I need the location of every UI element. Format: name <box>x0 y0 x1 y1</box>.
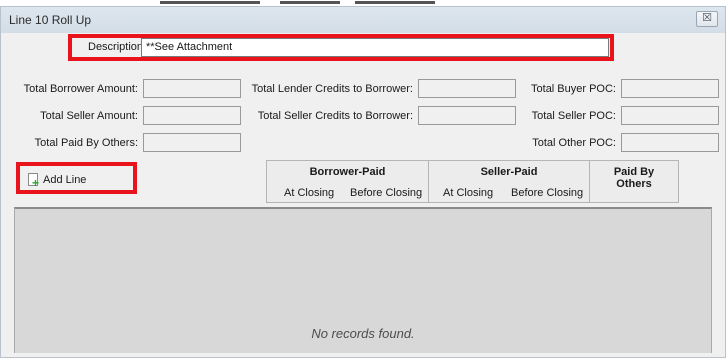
paid-by-others-title-line1: Paid By <box>613 166 655 178</box>
total-seller-amount-field[interactable] <box>143 106 241 125</box>
borrower-before-closing-header[interactable]: Before Closing <box>350 187 422 199</box>
close-icon: ☒ <box>702 12 712 24</box>
borrower-paid-header[interactable]: Borrower-Paid At Closing Before Closing <box>266 160 429 203</box>
empty-grid-message: No records found. <box>311 326 415 341</box>
total-lender-credits-label: Total Lender Credits to Borrower: <box>251 83 413 95</box>
total-borrower-amount-field[interactable] <box>143 79 241 98</box>
total-borrower-amount-label: Total Borrower Amount: <box>23 83 138 95</box>
total-paid-by-others-field[interactable] <box>143 133 241 152</box>
paid-by-others-title-line2: Others <box>616 178 652 190</box>
paid-by-others-header[interactable]: Paid By Others <box>589 160 679 203</box>
title-bar: Line 10 Roll Up ☒ <box>1 7 725 33</box>
total-seller-credits-label: Total Seller Credits to Borrower: <box>257 110 413 122</box>
borrower-at-closing-header[interactable]: At Closing <box>284 187 334 199</box>
add-line-label: Add Line <box>43 174 87 186</box>
total-seller-amount-label: Total Seller Amount: <box>40 110 138 122</box>
close-button[interactable]: ☒ <box>696 11 718 27</box>
total-other-poc-field[interactable] <box>621 133 719 152</box>
total-paid-by-others-label: Total Paid By Others: <box>34 137 138 149</box>
seller-paid-title: Seller-Paid <box>480 166 538 178</box>
total-seller-poc-label: Total Seller POC: <box>531 110 616 122</box>
seller-paid-header[interactable]: Seller-Paid At Closing Before Closing <box>428 160 590 203</box>
borrower-paid-title: Borrower-Paid <box>309 166 386 178</box>
total-lender-credits-field[interactable] <box>418 79 516 98</box>
total-other-poc-label: Total Other POC: <box>532 137 616 149</box>
description-label: Description: <box>88 41 147 53</box>
total-buyer-poc-field[interactable] <box>621 79 719 98</box>
seller-before-closing-header[interactable]: Before Closing <box>511 187 583 199</box>
total-buyer-poc-label: Total Buyer POC: <box>531 83 616 95</box>
add-line-button[interactable]: + Add Line <box>28 171 124 189</box>
window-title: Line 10 Roll Up <box>9 13 92 27</box>
total-seller-credits-field[interactable] <box>418 106 516 125</box>
roll-up-grid[interactable]: No records found. <box>14 207 712 353</box>
total-seller-poc-field[interactable] <box>621 106 719 125</box>
seller-at-closing-header[interactable]: At Closing <box>443 187 493 199</box>
description-input[interactable]: **See Attachment <box>141 38 609 57</box>
add-page-icon: + <box>28 173 41 189</box>
